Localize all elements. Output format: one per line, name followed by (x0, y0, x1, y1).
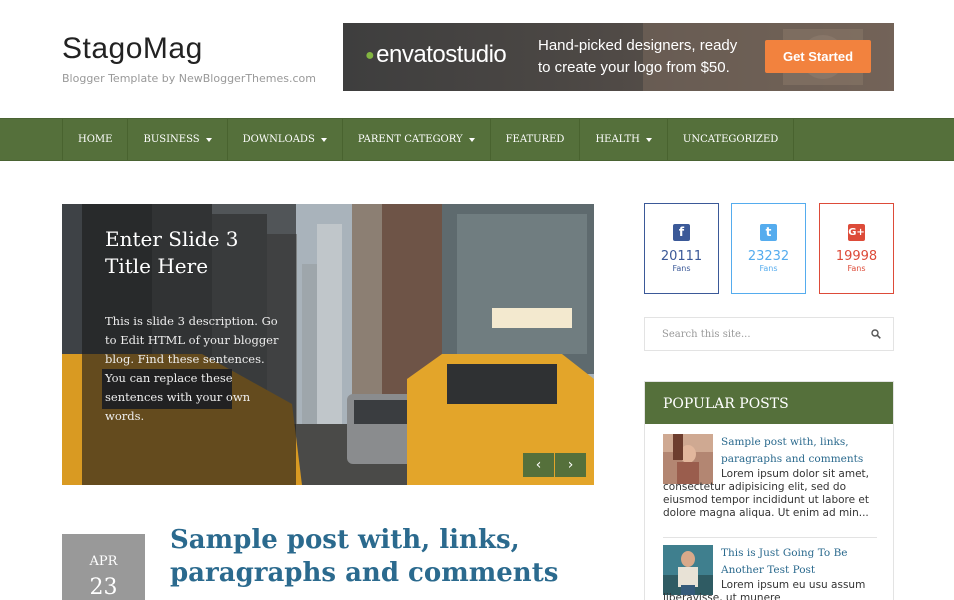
chevron-down-icon (205, 137, 212, 142)
twitter-fans-label: Fans (759, 264, 778, 273)
nav-item-featured[interactable]: FEATURED (491, 119, 581, 160)
main-nav: HOME BUSINESS DOWNLOADS PARENT CATEGORY FEAT… (0, 118, 954, 161)
site-tagline: Blogger Template by NewBloggerThemes.com (62, 72, 317, 85)
nav-item-health[interactable]: HEALTH (580, 119, 668, 160)
nav-item-parent-category[interactable]: PARENT CATEGORY (343, 119, 491, 160)
twitter-count: 23232 (747, 249, 790, 264)
popular-post-excerpt: Lorem ipsum dolor sit amet, consectetur … (663, 468, 869, 519)
google-plus-icon: G+ (848, 224, 865, 241)
chevron-down-icon (468, 137, 475, 142)
popular-posts-heading: POPULAR POSTS (645, 382, 893, 424)
twitter-icon: t (760, 224, 777, 241)
post-date-badge: APR 23 (62, 534, 145, 600)
post-date-month: APR (89, 554, 118, 569)
site-logo[interactable]: StagoMag (62, 32, 203, 66)
nav-item-uncategorized[interactable]: UNCATEGORIZED (668, 119, 795, 160)
facebook-icon: f (673, 224, 690, 241)
search-icon[interactable] (871, 329, 881, 339)
popular-post-title-link[interactable]: Sample post with, links, paragraphs and … (721, 434, 877, 468)
chevron-down-icon (645, 137, 652, 142)
facebook-counter[interactable]: f 20111 Fans (644, 203, 719, 294)
googleplus-fans-label: Fans (847, 264, 866, 273)
envato-ad-banner[interactable]: ●envatostudio Hand-picked designers, rea… (343, 23, 894, 91)
popular-post-divider (663, 537, 877, 538)
chevron-down-icon (320, 137, 327, 142)
facebook-count: 20111 (660, 249, 703, 264)
slider-next-button[interactable]: › (555, 453, 586, 477)
nav-item-label: HEALTH (595, 134, 640, 145)
featured-slider[interactable]: Enter Slide 3 Title Here This is slide 3… (62, 204, 594, 485)
nav-item-home[interactable]: HOME (63, 119, 129, 160)
twitter-counter[interactable]: t 23232 Fans (731, 203, 806, 294)
googleplus-counter[interactable]: G+ 19998 Fans (819, 203, 894, 294)
nav-item-label: DOWNLOADS (242, 134, 315, 145)
popular-posts-widget: POPULAR POSTS Sample post with, links, p… (644, 381, 894, 600)
post-date-day: 23 (89, 575, 118, 600)
popular-post-title-link[interactable]: This is Just Going To Be Another Test Po… (721, 545, 877, 579)
post-title-link[interactable]: Sample post with, links, paragraphs and … (170, 524, 590, 590)
search-input[interactable] (645, 318, 855, 350)
chevron-right-icon: › (567, 457, 574, 473)
nav-item-label: HOME (78, 134, 113, 145)
envato-logo: ●envatostudio (365, 41, 507, 68)
googleplus-count: 19998 (835, 249, 878, 264)
chevron-left-icon: ‹ (535, 457, 542, 473)
nav-item-label: BUSINESS (143, 134, 200, 145)
slide-description: This is slide 3 description. Go to Edit … (105, 314, 279, 423)
nav-item-label: FEATURED (505, 134, 565, 145)
slider-prev-button[interactable]: ‹ (523, 453, 554, 477)
popular-post-excerpt: Lorem ipsum eu usu assum liberavisse, ut… (663, 579, 866, 600)
facebook-fans-label: Fans (672, 264, 691, 273)
nav-item-label: PARENT CATEGORY (357, 134, 463, 145)
nav-item-label: UNCATEGORIZED (682, 134, 779, 145)
envato-leaf-icon: ● (365, 46, 375, 64)
slide-title[interactable]: Enter Slide 3 Title Here (105, 226, 285, 280)
nav-item-downloads[interactable]: DOWNLOADS (228, 119, 343, 160)
search-box (644, 317, 894, 351)
get-started-button[interactable]: Get Started (765, 40, 871, 73)
nav-item-business[interactable]: BUSINESS (128, 119, 228, 160)
ad-text: Hand-picked designers, ready to create y… (538, 37, 738, 76)
